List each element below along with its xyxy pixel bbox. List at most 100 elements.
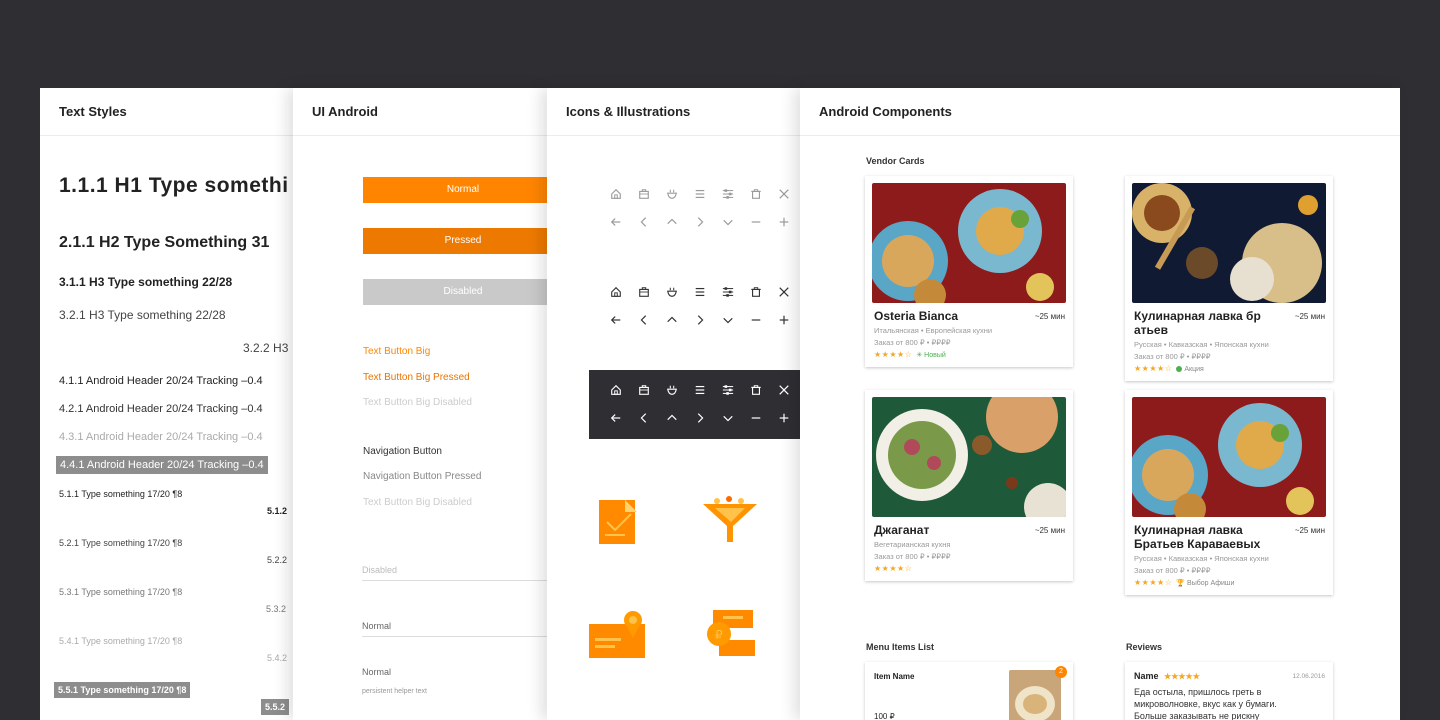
plus-icon[interactable] [770, 212, 798, 232]
vendor-photo [872, 397, 1066, 517]
map-card-illustration [589, 611, 645, 658]
filter-icon[interactable] [714, 184, 742, 204]
menu-icon[interactable] [686, 282, 714, 302]
min-order: Заказ от 800 ₽ • ₽₽₽₽ [874, 552, 951, 561]
body-2-right: 5.2.2 [267, 555, 288, 565]
menu-item-name: Item Name [874, 672, 915, 681]
funnel-illustration [703, 496, 757, 542]
pressed-button[interactable]: Pressed [363, 228, 547, 254]
new-badge: ✳ Новый [916, 352, 946, 359]
body-5: 5.5.1 Type something 17/20 ¶8 [54, 682, 191, 698]
navigation-button-disabled: Text Button Big Disabled [363, 497, 472, 508]
vendor-name: Джаганат [874, 523, 930, 537]
android-header-2: 4.2.1 Android Header 20/24 Tracking –0.4 [59, 403, 263, 415]
min-order: Заказ от 800 ₽ • ₽₽₽₽ [1134, 566, 1211, 575]
body-4: 5.4.1 Type something 17/20 ¶8 [59, 636, 183, 646]
menu-items-label: Menu Items List [866, 642, 935, 652]
normal-button[interactable]: Normal [363, 177, 547, 203]
vendor-photo [1132, 183, 1326, 303]
menu-icon[interactable] [686, 380, 714, 400]
reviewer-name: Name [1134, 671, 1159, 681]
chevron-up-icon[interactable] [658, 212, 686, 232]
icon-row-light-bottom [602, 212, 798, 232]
body-5-right: 5.5.2 [261, 699, 290, 715]
body-1-right: 5.1.2 [267, 506, 288, 516]
vendor-card[interactable]: Джаганат ~25 мин Вегетарианская кухня За… [865, 390, 1073, 581]
panel-header: Text Styles [40, 88, 293, 136]
chevron-right-icon[interactable] [686, 310, 714, 330]
navigation-button[interactable]: Navigation Button [363, 446, 442, 457]
chevron-up-icon[interactable] [658, 408, 686, 428]
chevron-left-icon[interactable] [630, 408, 658, 428]
bowl-icon[interactable] [658, 282, 686, 302]
chevron-left-icon[interactable] [630, 212, 658, 232]
promo-badge: Акция [1176, 366, 1204, 373]
home-icon[interactable] [602, 380, 630, 400]
chevron-down-icon[interactable] [714, 408, 742, 428]
arrow-left-icon[interactable] [602, 310, 630, 330]
home-icon[interactable] [602, 282, 630, 302]
svg-text:₽: ₽ [715, 628, 723, 642]
text-button-big[interactable]: Text Button Big [363, 346, 430, 357]
home-icon[interactable] [602, 184, 630, 204]
chevron-right-icon[interactable] [686, 408, 714, 428]
close-icon[interactable] [770, 184, 798, 204]
icon-row-light-top [602, 184, 798, 204]
chevron-down-icon[interactable] [714, 310, 742, 330]
reviews-label: Reviews [1126, 642, 1163, 652]
min-order: Заказ от 800 ₽ • ₽₽₽₽ [874, 338, 951, 347]
vendor-card[interactable]: Кулинарная лавка бр атьев ~25 мин Русска… [1125, 176, 1333, 381]
review-stars: ★★★★★ [1164, 672, 1200, 681]
filter-icon[interactable] [714, 282, 742, 302]
bowl-icon[interactable] [658, 184, 686, 204]
vendor-card[interactable]: Кулинарная лавка Братьев Караваевых ~25 … [1125, 390, 1333, 595]
chevron-down-icon[interactable] [714, 212, 742, 232]
trash-icon[interactable] [742, 282, 770, 302]
vendor-card[interactable]: Osteria Bianca ~25 мин Итальянская • Евр… [865, 176, 1073, 367]
minus-icon[interactable] [742, 408, 770, 428]
panel-title: UI Android [312, 104, 378, 119]
panel-header: Android Components [800, 88, 1400, 136]
vendor-name: Кулинарная лавка Братьев Караваевых [1134, 523, 1261, 551]
bag-icon[interactable] [630, 184, 658, 204]
android-header-4: 4.4.1 Android Header 20/24 Tracking –0.4 [56, 456, 268, 474]
close-icon[interactable] [770, 282, 798, 302]
delivery-time: ~25 мин [1034, 526, 1065, 535]
arrow-left-icon[interactable] [602, 212, 630, 232]
trash-icon[interactable] [742, 184, 770, 204]
normal-text-field[interactable]: Normal [362, 621, 547, 637]
order-document-illustration [599, 500, 637, 544]
minus-icon[interactable] [742, 310, 770, 330]
vendor-photo [1132, 397, 1326, 517]
cuisine: Итальянская • Европейская кухни [874, 326, 993, 335]
close-icon[interactable] [770, 380, 798, 400]
navigation-button-pressed[interactable]: Navigation Button Pressed [363, 471, 481, 482]
normal-text-field-helper[interactable]: Normal [362, 667, 547, 683]
text-button-big-pressed[interactable]: Text Button Big Pressed [363, 372, 470, 383]
text-styles-panel: Text Styles 1.1.1 H1 Type somethi 2.1.1 … [40, 88, 293, 720]
rating-stars: ★★★★☆ Акция [1134, 364, 1204, 373]
chevron-right-icon[interactable] [686, 212, 714, 232]
body-3: 5.3.1 Type something 17/20 ¶8 [59, 587, 183, 597]
filter-icon[interactable] [714, 380, 742, 400]
plus-icon[interactable] [770, 408, 798, 428]
plus-icon[interactable] [770, 310, 798, 330]
bag-icon[interactable] [630, 282, 658, 302]
trash-icon[interactable] [742, 380, 770, 400]
body-3-right: 5.3.2 [266, 604, 287, 614]
menu-item-card[interactable]: Item Name 100 ₽ 2 [865, 662, 1073, 720]
bag-icon[interactable] [630, 380, 658, 400]
bowl-icon[interactable] [658, 380, 686, 400]
icon-row-dark-top [602, 282, 798, 302]
chevron-up-icon[interactable] [658, 310, 686, 330]
minus-icon[interactable] [742, 212, 770, 232]
menu-icon[interactable] [686, 184, 714, 204]
android-components-panel: Android Components Vendor Cards Osteria … [800, 88, 1400, 720]
chevron-left-icon[interactable] [630, 310, 658, 330]
arrow-left-icon[interactable] [602, 408, 630, 428]
rating-stars: ★★★★☆ ✳ Новый [874, 350, 946, 359]
promo-label: Акция [1184, 366, 1204, 373]
ui-android-panel: UI Android Normal Pressed Disabled Text … [293, 88, 547, 720]
icons-panel: Icons & Illustrations ₽ [547, 88, 800, 720]
cuisine: Вегетарианская кухня [874, 540, 951, 549]
